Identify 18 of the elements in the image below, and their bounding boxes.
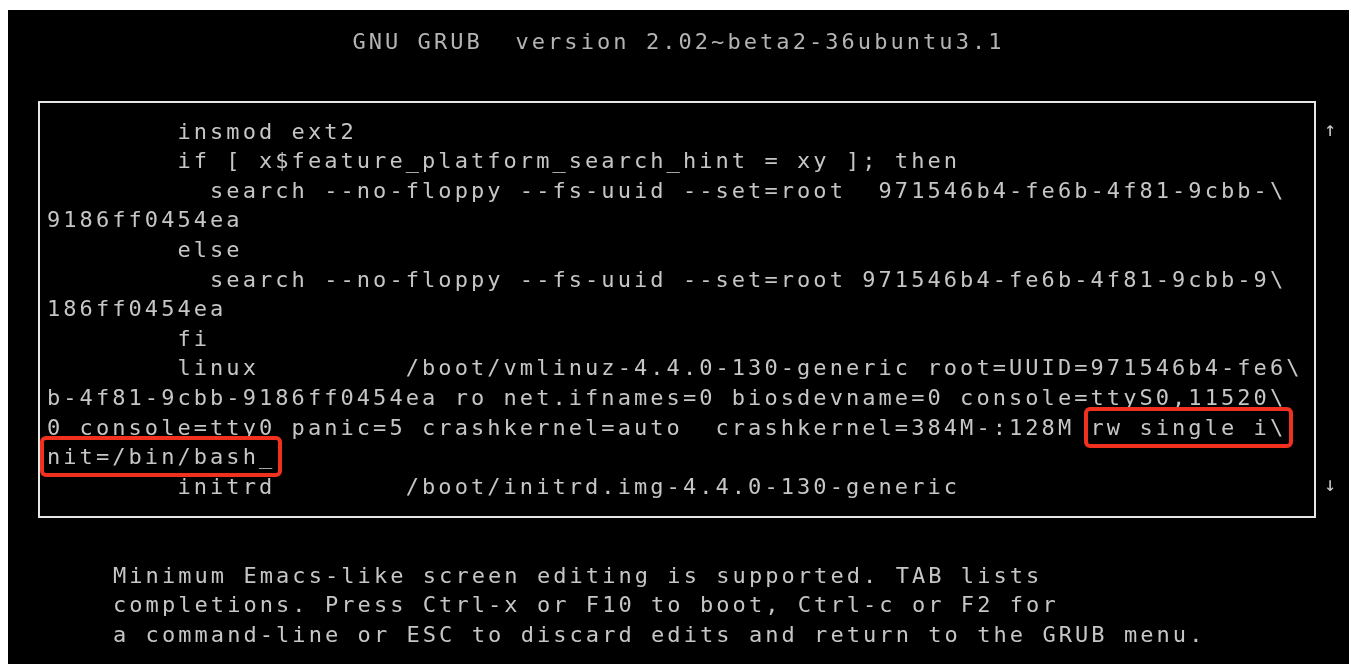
grub-version-title: GNU GRUB version 2.02~beta2-36ubuntu3.1 xyxy=(352,29,1005,54)
code-text: else xyxy=(176,236,243,262)
help-text: a command-line or ESC to discard edits and return to the GRUB menu. xyxy=(113,621,1206,647)
code-text: if [ x$feature_platform_search_hint = xy ]; then xyxy=(176,148,961,174)
highlighted-text: nit=/bin/bash_ xyxy=(40,436,283,478)
code-text: linux /boot/vmlinuz-4.4.0-130-generic root=UUID=971546b4-fe6\ xyxy=(176,355,1303,381)
highlighted-text: rw single i\ xyxy=(1083,406,1294,448)
help-text: Minimum Emacs-like screen editing is supported. TAB lists xyxy=(113,562,1043,588)
scroll-down-indicator: ↓ xyxy=(1324,471,1337,498)
help-text: completions. Press Ctrl-x or F10 to boot, Ctrl-c or F2 for xyxy=(113,592,1059,618)
scroll-up-indicator: ↑ xyxy=(1324,115,1337,143)
code-text: search --no-floppy --fs-uuid --set=root 971546b4-fe6b-4f81-9cbb-9\ xyxy=(209,266,1287,292)
editor-box[interactable] xyxy=(38,100,1316,518)
code-text: 186ff0454ea xyxy=(47,296,227,322)
code-text: fi xyxy=(176,325,211,351)
code-text: search --no-floppy --fs-uuid --set=root 971546b4-fe6b-4f81-9cbb-\ xyxy=(209,177,1287,203)
code-text: 9186ff0454ea xyxy=(47,207,243,233)
code-text: insmod ext2 xyxy=(176,118,357,144)
